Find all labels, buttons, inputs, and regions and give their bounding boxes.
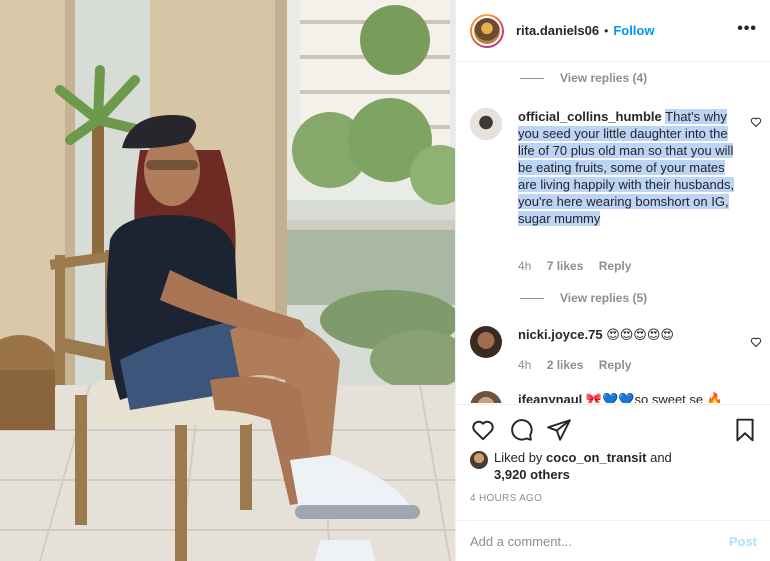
comment-text-block: official_collins_humble That's why you s… [518,108,740,227]
author-avatar[interactable] [470,13,504,48]
post-timestamp[interactable]: 4 HOURS AGO [470,493,542,504]
liker-avatar[interactable] [470,451,488,469]
commenter-username[interactable]: official_collins_humble [518,109,662,124]
comment-input[interactable] [470,533,729,549]
reply-button[interactable]: Reply [599,358,632,372]
comment-icon[interactable] [508,417,534,443]
comment-meta: 4h 7 likes Reply [518,259,643,273]
view-replies-label: View replies (5) [560,291,648,305]
comment-likes[interactable]: 7 likes [547,259,584,273]
add-comment-bar: Post [456,520,770,561]
comment-text: That's why you seed your little daughter… [518,109,735,226]
comment-heart-icon[interactable] [750,116,762,128]
comment-item: official_collins_humble That's why you s… [470,108,770,308]
replies-divider [520,77,544,79]
comment-text-block: nicki.joyce.75 😍😍😍😍😍 [518,326,740,343]
comment-item: ifeanynaul 🎀💙💙so sweet se 🔥 [470,391,770,403]
instagram-post: rita.daniels06 • Follow ••• View replies… [0,0,770,561]
comment-likes[interactable]: 2 likes [547,358,584,372]
heart-icon[interactable] [470,417,496,443]
header-separator: • [604,23,609,38]
view-replies-label: View replies (4) [560,71,648,85]
comment-time: 4h [518,259,532,273]
reply-button[interactable]: Reply [599,259,632,273]
more-icon[interactable]: ••• [737,20,757,38]
post-actions: Liked by coco_on_transit and 3,920 other… [456,404,770,524]
bookmark-icon[interactable] [732,417,758,443]
post-header: rita.daniels06 • Follow ••• [456,0,770,62]
comment-time: 4h [518,358,532,372]
liked-by: Liked by coco_on_transit and 3,920 other… [470,449,672,483]
comments-list[interactable]: View replies (4) official_collins_humble… [456,63,770,403]
view-replies-button-2[interactable]: View replies (5) [520,291,647,305]
commenter-username[interactable]: nicki.joyce.75 [518,327,603,342]
follow-button[interactable]: Follow [613,23,654,38]
liker-username[interactable]: coco_on_transit [546,450,646,465]
liked-by-text: Liked by coco_on_transit and 3,920 other… [494,449,672,483]
post-photo[interactable] [0,0,455,561]
author-username[interactable]: rita.daniels06 [516,23,599,38]
commenter-avatar[interactable] [470,326,502,358]
likes-count[interactable]: 3,920 others [494,467,570,482]
comment-heart-icon[interactable] [750,336,762,348]
comment-meta: 4h 2 likes Reply [518,358,643,372]
post-sidebar: rita.daniels06 • Follow ••• View replies… [455,0,770,561]
comment-text-block: ifeanynaul 🎀💙💙so sweet se 🔥 [518,391,740,403]
comment-text: 😍😍😍😍😍 [606,327,674,342]
commenter-avatar[interactable] [470,391,502,403]
commenter-avatar[interactable] [470,108,502,140]
liked-by-prefix: Liked by [494,450,543,465]
comment-text: 🎀💙💙so sweet se 🔥 [585,392,723,403]
commenter-username[interactable]: ifeanynaul [518,392,582,403]
replies-divider [520,297,544,299]
liked-by-and: and [650,450,672,465]
view-replies-button[interactable]: View replies (4) [520,71,647,85]
share-icon[interactable] [546,417,572,443]
comment-item: nicki.joyce.75 😍😍😍😍😍 4h 2 likes Reply [470,326,770,376]
photo-illustration [0,0,455,561]
post-comment-button[interactable]: Post [729,534,757,549]
